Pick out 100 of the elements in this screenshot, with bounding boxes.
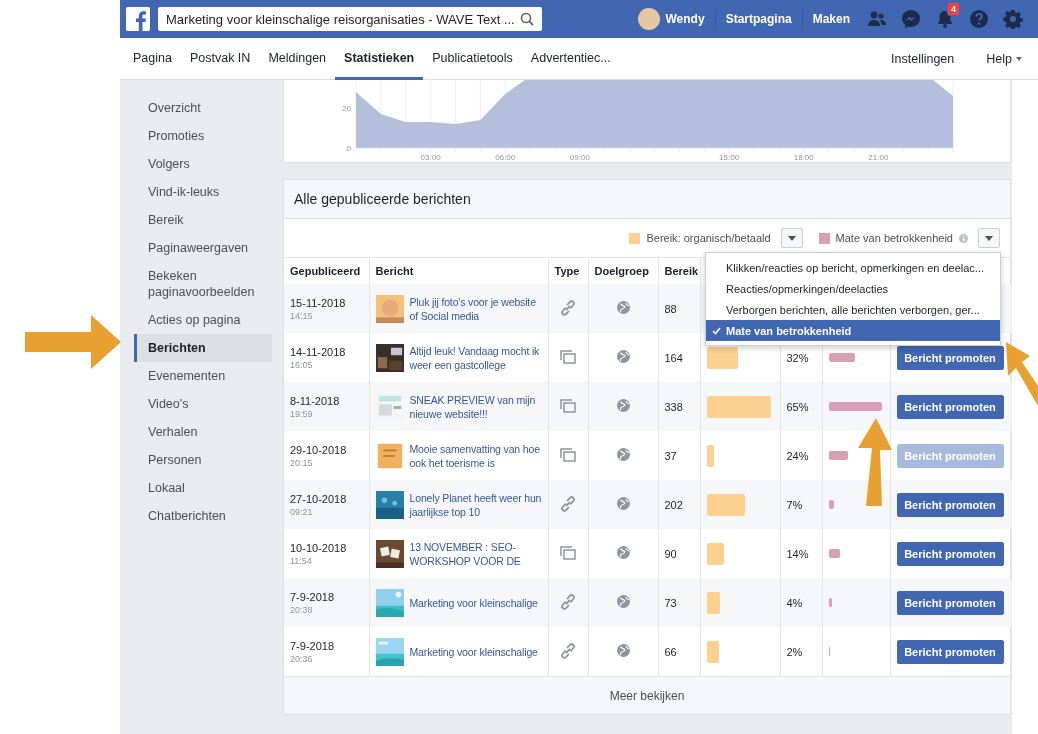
panel-title: Alle gepubliceerde berichten (284, 180, 1010, 219)
engagement-value: 2% (786, 645, 803, 658)
sidebar-item[interactable]: Berichten (134, 334, 272, 362)
sidebar-item[interactable]: Bekeken paginavoorbeelden (134, 262, 272, 306)
reach-value: 37 (664, 449, 677, 462)
post-time: 09:21 (290, 506, 314, 517)
post-link[interactable]: Marketing voor kleinschalige (409, 644, 538, 659)
engagement-bar (828, 500, 835, 509)
dropdown-button[interactable] (780, 228, 803, 248)
axis-tick-label: 06:00 (495, 153, 516, 162)
promote-button[interactable]: Bericht promoten (896, 394, 1004, 419)
post-date: 7-9-2018 (290, 639, 336, 652)
dropdown-button[interactable] (978, 228, 1000, 248)
sidebar-item[interactable]: Vind-ik-leuks (134, 178, 272, 206)
nav-tab[interactable]: Advertentiec... (521, 38, 620, 80)
promote-button[interactable]: Bericht promoten (896, 345, 1004, 370)
settings-icon[interactable] (1003, 9, 1023, 29)
profile-link[interactable]: Wendy (665, 12, 705, 26)
globe-icon (616, 497, 630, 510)
sidebar-item[interactable]: Lokaal (134, 474, 272, 502)
nav-tab[interactable]: Publicatietools (423, 38, 522, 80)
post-link[interactable]: Mooie samenvatting van hoe ook het toerisme is (409, 441, 542, 470)
info-icon[interactable] (959, 233, 968, 243)
post-date: 29-10-2018 (290, 443, 348, 456)
sidebar-item[interactable]: Volgers (134, 150, 272, 178)
axis-tick-label: 03:00 (420, 153, 441, 162)
sidebar-item[interactable]: Bereik (134, 206, 272, 234)
engagement-value: 24% (786, 449, 809, 462)
engagement-bar (828, 353, 855, 362)
sidebar-item[interactable]: Evenementen (134, 362, 272, 390)
caret-icon (787, 235, 796, 241)
menu-item[interactable]: Klikken/reacties op bericht, opmerkingen en deelac... (706, 257, 1000, 278)
caret-icon (1016, 56, 1022, 61)
column-header: Bericht (375, 265, 414, 277)
engagement-value: 65% (786, 400, 809, 413)
settings-link[interactable]: Instellingen (875, 38, 971, 79)
facebook-logo[interactable] (126, 7, 150, 31)
help-icon[interactable] (969, 9, 989, 29)
promote-button[interactable]: Bericht promoten (896, 590, 1004, 615)
search-field[interactable]: Marketing voor kleinschalige reisorganisaties - WAVE Text ... (158, 7, 542, 31)
nav-tab[interactable]: Meldingen (259, 38, 336, 80)
menu-item[interactable]: Mate van betrokkenheid (706, 320, 1000, 341)
sidebar-item[interactable]: Overzicht (134, 94, 272, 122)
reach-bar (706, 444, 714, 467)
header-link[interactable]: Startpagina (714, 9, 802, 29)
sidebar-item[interactable]: Video's (134, 390, 272, 418)
nav-tab[interactable]: Postvak IN (180, 38, 260, 80)
reach-bar (706, 640, 719, 663)
notification-badge: 4 (947, 2, 960, 16)
reach-value: 88 (664, 302, 677, 315)
sidebar-item[interactable]: Verhalen (134, 418, 272, 446)
reach-bar (706, 591, 721, 614)
post-date: 8-11-2018 (290, 394, 341, 407)
post-date: 14-11-2018 (290, 345, 347, 358)
post-link[interactable]: Altijd leuk! Vandaag mocht ik weer een gastcollege (409, 343, 542, 372)
reach-bar (706, 542, 724, 565)
sidebar-item[interactable]: Promoties (134, 122, 272, 150)
sidebar-item[interactable]: Paginaweergaven (134, 234, 272, 262)
link-icon (561, 642, 575, 659)
axis-tick-label: 20 (342, 104, 351, 113)
reach-value: 338 (664, 400, 683, 413)
avatar[interactable] (637, 8, 660, 30)
sidebar-item[interactable]: Acties op pagina (134, 306, 272, 334)
promote-button[interactable]: Bericht promoten (896, 639, 1004, 664)
caret-icon (985, 235, 993, 241)
engagement-bar (828, 549, 840, 558)
post-time: 20:36 (290, 653, 314, 664)
engagement-value: 4% (786, 596, 803, 609)
promote-button[interactable]: Bericht promoten (896, 492, 1004, 517)
messenger-icon[interactable] (901, 9, 921, 29)
post-link[interactable]: 13 NOVEMBER : SEO-WORKSHOP VOOR DE (409, 539, 542, 568)
nav-tab[interactable]: Pagina (124, 38, 181, 80)
menu-item[interactable]: Reacties/opmerkingen/deelacties (706, 278, 1000, 299)
engagement-bar (828, 598, 832, 607)
reach-value: 73 (664, 596, 677, 609)
album-icon (560, 398, 576, 413)
header-link[interactable]: Maken (801, 9, 860, 29)
sidebar-item[interactable]: Chatberichten (134, 502, 272, 530)
menu-item[interactable]: Verborgen berichten, alle berichten verborgen, ger... (706, 299, 1000, 320)
sidebar-item[interactable]: Personen (134, 446, 272, 474)
post-time: 14:15 (290, 310, 314, 321)
album-icon (560, 447, 576, 462)
reach-bar (706, 346, 738, 369)
friends-icon[interactable] (867, 9, 887, 29)
globe-icon (616, 399, 630, 412)
engagement-value: 32% (786, 351, 809, 364)
axis-tick-label: 0 (346, 144, 351, 153)
search-icon[interactable] (520, 12, 534, 26)
help-menu[interactable]: Help (970, 38, 1038, 79)
column-header: Type (554, 265, 580, 277)
reach-value: 202 (664, 498, 683, 511)
promote-button[interactable]: Bericht promoten (896, 541, 1004, 566)
engagement-value: 7% (786, 498, 803, 511)
link-icon (561, 495, 575, 512)
column-header: Gepubliceerd (290, 265, 361, 277)
more-link[interactable]: Meer bekijken (609, 688, 685, 703)
post-date: 15-11-2018 (290, 296, 347, 309)
post-time: 19:59 (290, 408, 314, 419)
axis-tick-label: 15:00 (719, 153, 740, 162)
axis-tick-label: 18:00 (793, 153, 814, 162)
